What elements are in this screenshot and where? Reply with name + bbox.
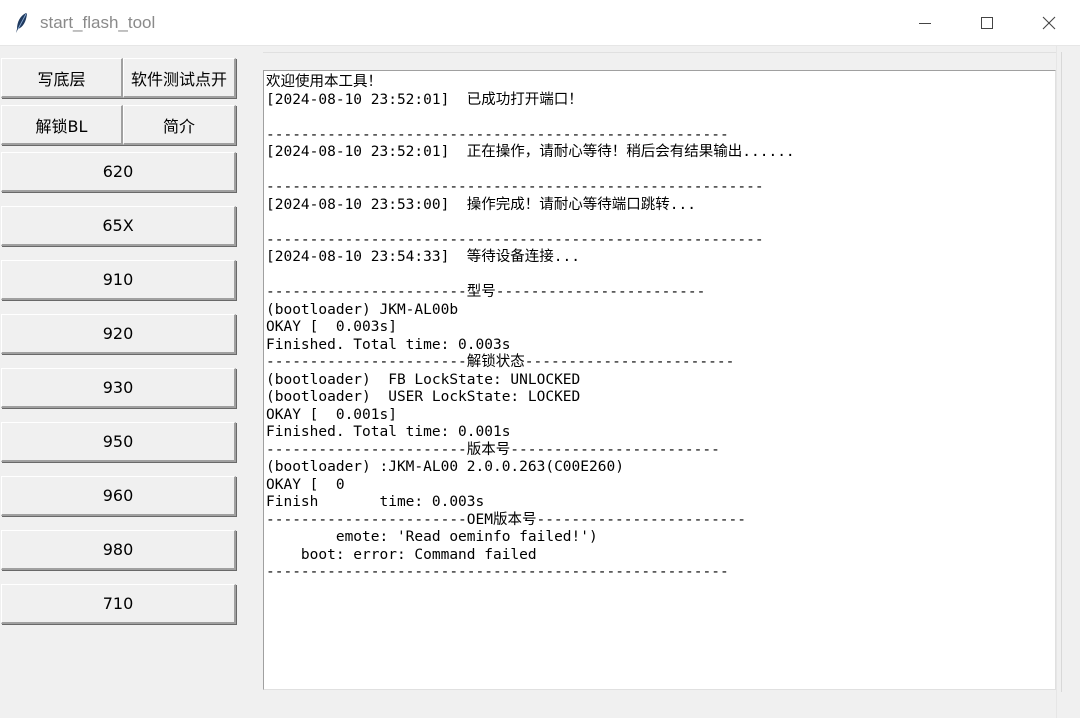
title-bar: start_flash_tool (0, 0, 1080, 46)
vertical-scrollbar[interactable] (1056, 46, 1080, 718)
model-button-930[interactable]: 930 (1, 368, 236, 408)
write-base-button[interactable]: 写底层 (1, 58, 123, 98)
model-button-920[interactable]: 920 (1, 314, 236, 354)
close-button[interactable] (1018, 0, 1080, 46)
model-button-620[interactable]: 620 (1, 152, 236, 192)
log-output[interactable]: 欢迎使用本工具！ [2024-08-10 23:52:01] 已成功打开端口！ … (263, 70, 1056, 690)
maximize-button[interactable] (956, 0, 1018, 46)
software-test-point-button[interactable]: 软件测试点开 (123, 58, 236, 98)
model-button-960[interactable]: 960 (1, 476, 236, 516)
unlock-bl-button[interactable]: 解锁BL (1, 105, 123, 145)
log-text: 欢迎使用本工具！ [2024-08-10 23:52:01] 已成功打开端口！ … (266, 74, 795, 580)
close-icon (1042, 16, 1056, 30)
model-button-910[interactable]: 910 (1, 260, 236, 300)
top-divider (263, 52, 1056, 53)
model-button-950[interactable]: 950 (1, 422, 236, 462)
model-button-65x[interactable]: 65X (1, 206, 236, 246)
minimize-button[interactable] (894, 0, 956, 46)
model-button-710[interactable]: 710 (1, 584, 236, 624)
scrollbar-track (1061, 52, 1075, 692)
intro-button[interactable]: 简介 (123, 105, 236, 145)
maximize-icon (981, 17, 993, 29)
window-title: start_flash_tool (40, 13, 156, 32)
model-button-980[interactable]: 980 (1, 530, 236, 570)
feather-icon (16, 13, 27, 33)
minimize-icon (919, 23, 931, 24)
